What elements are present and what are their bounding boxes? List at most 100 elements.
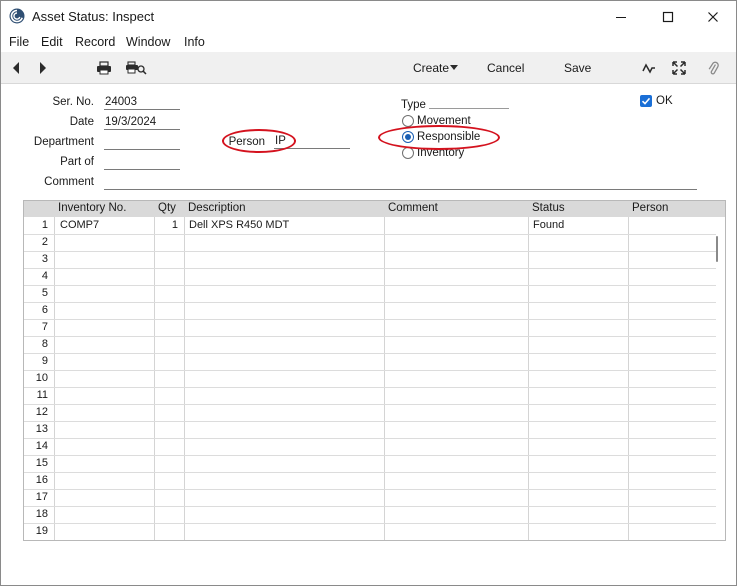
cell-qty[interactable]: 1	[154, 219, 178, 231]
close-button[interactable]	[690, 1, 736, 32]
col-divider	[528, 217, 529, 540]
grid-scrollbar-thumb[interactable]	[716, 236, 718, 262]
ok-label[interactable]: OK	[656, 95, 673, 107]
menu-bar: File Edit Record Window Info	[1, 32, 736, 52]
row-number[interactable]: 19	[24, 525, 48, 537]
row-number[interactable]: 7	[24, 321, 48, 333]
menu-window[interactable]: Window	[126, 35, 170, 49]
type-inventory-label[interactable]: Inventory	[417, 147, 464, 159]
next-record-icon	[40, 62, 46, 74]
prev-record-button[interactable]	[8, 60, 24, 76]
person-field[interactable]: IP	[274, 134, 350, 149]
cell-description[interactable]: Dell XPS R450 MDT	[189, 219, 289, 231]
comment-label: Comment	[44, 176, 94, 188]
date-label: Date	[69, 116, 94, 128]
cell-status[interactable]: Found	[533, 219, 564, 231]
maximize-button[interactable]	[645, 1, 691, 32]
row-number[interactable]: 6	[24, 304, 48, 316]
person-label: Person	[228, 136, 265, 148]
serno-field[interactable]: 24003	[104, 95, 180, 110]
row-divider	[24, 370, 716, 371]
row-number[interactable]: 3	[24, 253, 48, 265]
row-number[interactable]: 16	[24, 474, 48, 486]
row-number[interactable]: 14	[24, 440, 48, 452]
row-number[interactable]: 5	[24, 287, 48, 299]
row-number[interactable]: 11	[24, 389, 48, 401]
col-header-status[interactable]: Status	[532, 202, 565, 214]
row-divider	[24, 387, 716, 388]
minimize-button[interactable]	[598, 1, 644, 32]
row-divider	[24, 319, 716, 320]
row-divider	[24, 251, 716, 252]
asset-status-window: Asset Status: Inspect File Edit Record W…	[0, 0, 737, 586]
row-number[interactable]: 15	[24, 457, 48, 469]
date-field[interactable]: 19/3/2024	[104, 115, 180, 130]
print-button[interactable]	[96, 60, 112, 76]
type-movement-radio[interactable]	[402, 115, 414, 127]
type-label: Type	[401, 99, 426, 111]
row-divider	[24, 455, 716, 456]
row-number[interactable]: 1	[24, 219, 48, 231]
type-responsible-label[interactable]: Responsible	[417, 131, 480, 143]
grid-header: Inventory No. Qty Description Comment St…	[24, 201, 725, 217]
col-header-description[interactable]: Description	[188, 202, 246, 214]
row-divider	[24, 336, 716, 337]
expand-button[interactable]	[671, 60, 687, 76]
row-number[interactable]: 4	[24, 270, 48, 282]
col-header-person[interactable]: Person	[632, 202, 668, 214]
partof-label: Part of	[60, 156, 94, 168]
activity-button[interactable]	[641, 60, 657, 76]
attachment-button[interactable]	[705, 60, 721, 76]
app-logo-icon	[9, 8, 25, 24]
type-movement-label[interactable]: Movement	[417, 115, 471, 127]
col-divider	[384, 217, 385, 540]
cancel-button[interactable]: Cancel	[487, 61, 524, 75]
print-preview-button[interactable]	[125, 60, 147, 76]
col-divider	[154, 217, 155, 540]
minimize-icon	[616, 16, 626, 18]
row-divider	[24, 540, 716, 541]
menu-edit[interactable]: Edit	[41, 35, 63, 49]
partof-field[interactable]	[104, 155, 180, 170]
expand-icon	[672, 61, 686, 75]
attachment-icon	[708, 61, 719, 75]
menu-file[interactable]: File	[9, 35, 29, 49]
row-number[interactable]: 18	[24, 508, 48, 520]
prev-record-icon	[13, 62, 19, 74]
row-divider	[24, 268, 716, 269]
row-number[interactable]: 9	[24, 355, 48, 367]
checkmark-icon	[641, 97, 651, 105]
col-header-qty[interactable]: Qty	[158, 202, 176, 214]
save-button[interactable]: Save	[564, 61, 591, 75]
type-inventory-radio[interactable]	[402, 147, 414, 159]
row-number[interactable]: 2	[24, 236, 48, 248]
next-record-button[interactable]	[35, 60, 51, 76]
title-bar: Asset Status: Inspect	[1, 1, 736, 32]
header-form: Ser. No. 24003 Date 19/3/2024 Department…	[1, 84, 736, 199]
row-divider	[24, 421, 716, 422]
window-title: Asset Status: Inspect	[32, 9, 155, 24]
ok-checkbox[interactable]	[640, 95, 652, 107]
row-number[interactable]: 8	[24, 338, 48, 350]
col-header-comment[interactable]: Comment	[388, 202, 438, 214]
row-divider	[24, 438, 716, 439]
cell-inventory-no[interactable]: COMP7	[60, 219, 99, 231]
col-header-inventory-no[interactable]: Inventory No.	[58, 202, 126, 214]
row-divider	[24, 506, 716, 507]
menu-record[interactable]: Record	[75, 35, 115, 49]
comment-field[interactable]	[104, 175, 697, 190]
department-field[interactable]	[104, 135, 180, 150]
create-button[interactable]: Create	[413, 61, 449, 75]
row-number[interactable]: 13	[24, 423, 48, 435]
type-responsible-radio[interactable]	[402, 131, 414, 143]
row-divider	[24, 302, 716, 303]
chevron-down-icon[interactable]	[449, 61, 459, 73]
col-divider	[628, 217, 629, 540]
row-number[interactable]: 10	[24, 372, 48, 384]
print-icon	[97, 61, 111, 75]
row-number[interactable]: 12	[24, 406, 48, 418]
menu-info[interactable]: Info	[184, 35, 205, 49]
maximize-icon	[662, 11, 674, 22]
close-icon	[708, 11, 718, 22]
row-number[interactable]: 17	[24, 491, 48, 503]
